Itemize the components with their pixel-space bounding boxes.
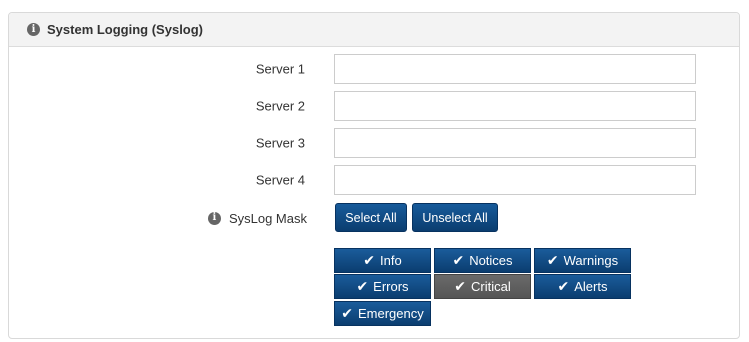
syslog-panel: i System Logging (Syslog) Server 1 Serve… [8,12,740,339]
unselect-all-button[interactable]: Unselect All [412,203,498,232]
checkmark-icon: ✔ [546,252,559,269]
server-3-label: Server 3 [255,135,305,151]
mask-toggle-label: Info [380,253,402,268]
mask-toggle-alerts[interactable]: ✔ Alerts [534,274,631,299]
mask-toggle-label: Critical [471,279,511,294]
unselect-all-label: Unselect All [422,210,488,225]
checkmark-icon: ✔ [356,278,369,295]
mask-toggle-warnings[interactable]: ✔ Warnings [534,248,631,273]
mask-toggle-critical[interactable]: ✔ Critical [434,274,531,299]
panel-title: System Logging (Syslog) [47,22,204,37]
mask-toggle-notices[interactable]: ✔ Notices [434,248,531,273]
server-1-input[interactable] [334,54,696,84]
checkmark-icon: ✔ [454,278,466,295]
syslog-mask-label-row: i SysLog Mask [9,203,307,233]
server-4-label: Server 4 [255,172,305,188]
checkmark-icon: ✔ [363,252,376,269]
mask-toggle-errors[interactable]: ✔ Errors [334,274,431,299]
mask-toggle-emergency[interactable]: ✔ Emergency [334,301,431,326]
mask-toggle-label: Errors [373,279,409,294]
info-icon[interactable]: i [27,23,40,36]
server-4-row: Server 4 [9,165,305,195]
server-3-row: Server 3 [9,128,305,158]
checkmark-icon: ✔ [452,252,465,269]
server-3-input[interactable] [334,128,696,158]
select-all-button[interactable]: Select All [335,203,407,232]
mask-toggle-info[interactable]: ✔ Info [334,248,431,273]
server-1-row: Server 1 [9,54,305,84]
server-1-label: Server 1 [255,61,305,77]
server-2-label: Server 2 [255,98,305,114]
server-2-input[interactable] [334,91,696,121]
syslog-mask-label: SysLog Mask [228,210,307,226]
mask-toggle-label: Notices [469,253,513,268]
server-4-input[interactable] [334,165,696,195]
server-2-row: Server 2 [9,91,305,121]
select-all-label: Select All [345,210,397,225]
checkmark-icon: ✔ [557,278,570,295]
mask-toggle-label: Warnings [563,253,619,268]
checkmark-icon: ✔ [341,305,353,322]
mask-toggle-label: Alerts [574,279,608,294]
info-icon[interactable]: i [207,211,221,225]
panel-header: i System Logging (Syslog) [9,13,739,47]
mask-toggle-label: Emergency [357,306,424,321]
